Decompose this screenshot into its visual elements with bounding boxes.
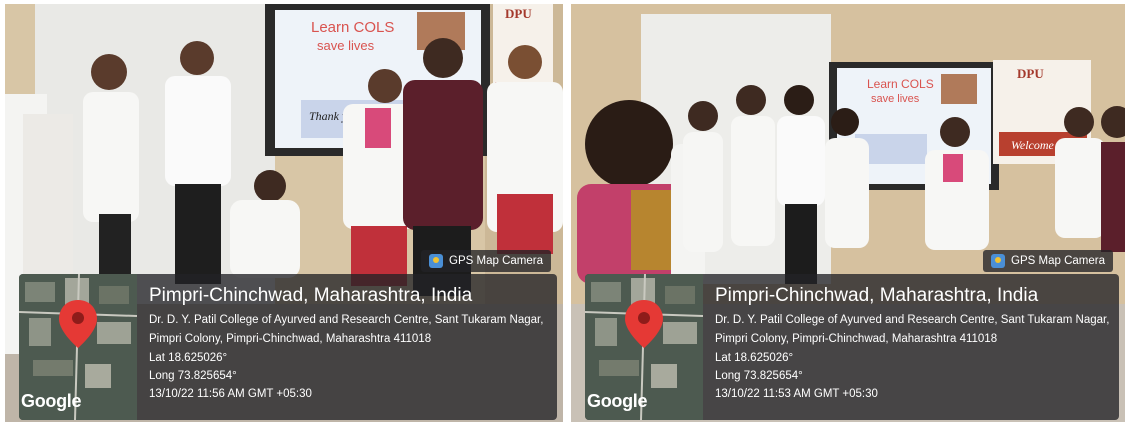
svg-text:DPU: DPU — [505, 6, 532, 21]
location-city: Pimpri-Chinchwad, Maharashtra, India — [149, 285, 473, 306]
location-timestamp: 13/10/22 11:53 AM GMT +05:30 — [715, 388, 878, 400]
location-info: Pimpri-Chinchwad, Maharashtra, India Dr.… — [149, 284, 549, 403]
google-logo: Google — [21, 391, 82, 411]
location-overlay: Google Pimpri-Chinchwad, Maharashtra, In… — [585, 274, 1119, 420]
screen-line2: save lives — [871, 93, 920, 105]
badge-label: GPS Map Camera — [1011, 255, 1105, 267]
location-latitude: Lat 18.625026° — [715, 352, 794, 364]
location-longitude: Long 73.825654° — [149, 370, 237, 382]
location-timestamp: 13/10/22 11:56 AM GMT +05:30 — [149, 388, 312, 400]
banner-welcome: Welcome — [1011, 138, 1055, 152]
location-overlay: Google Pimpri-Chinchwad, Maharashtra, In… — [19, 274, 557, 420]
gps-camera-badge: GPS Map Camera — [983, 250, 1113, 272]
location-latitude: Lat 18.625026° — [149, 352, 228, 364]
screen-line2: save lives — [317, 38, 375, 53]
gps-camera-badge: GPS Map Camera — [421, 250, 551, 272]
photo-right: Learn COLS save lives DPU Welcome GPS Ma… — [571, 4, 1125, 422]
google-logo: Google — [587, 391, 648, 411]
satellite-map-thumbnail: Google — [585, 274, 703, 420]
location-address: Dr. D. Y. Patil College of Ayurved and R… — [149, 314, 544, 345]
screen-line1: Learn COLS — [867, 77, 934, 91]
gps-camera-app-icon — [429, 254, 444, 268]
satellite-map-thumbnail: Google — [19, 274, 137, 420]
location-city: Pimpri-Chinchwad, Maharashtra, India — [715, 285, 1039, 306]
photo-left: Learn COLS save lives Thank you for list… — [5, 4, 563, 422]
gps-camera-app-icon — [991, 254, 1006, 268]
badge-label: GPS Map Camera — [449, 255, 543, 267]
location-longitude: Long 73.825654° — [715, 370, 803, 382]
svg-text:DPU: DPU — [1017, 66, 1044, 81]
screen-line1: Learn COLS — [311, 19, 394, 36]
location-info: Pimpri-Chinchwad, Maharashtra, India Dr.… — [715, 284, 1111, 403]
location-address: Dr. D. Y. Patil College of Ayurved and R… — [715, 314, 1110, 345]
